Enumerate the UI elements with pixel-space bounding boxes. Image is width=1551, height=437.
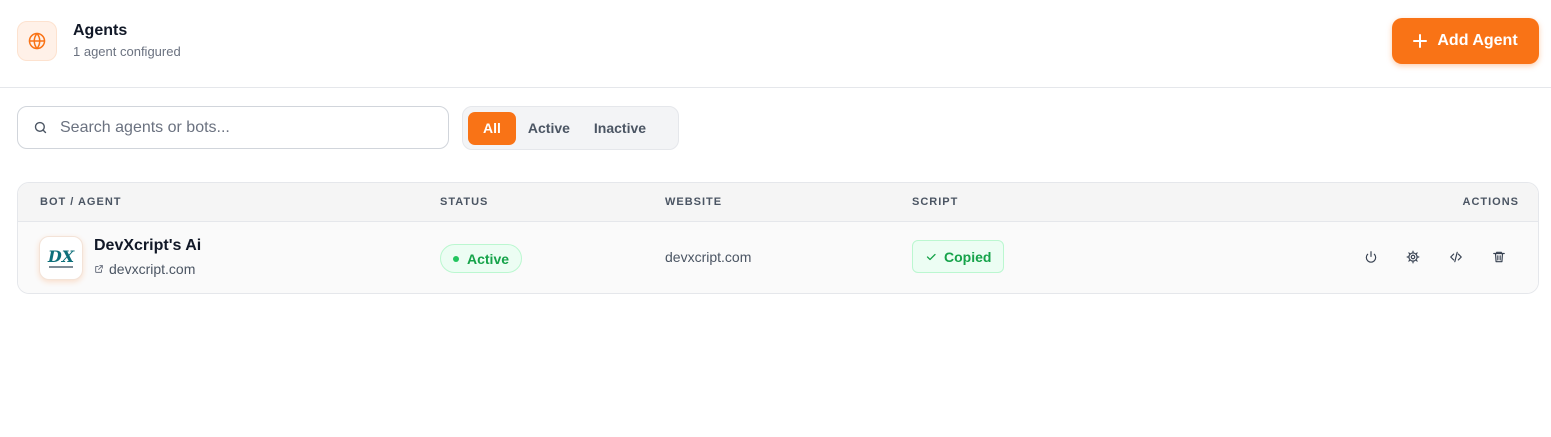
add-agent-button[interactable]: Add Agent xyxy=(1392,18,1539,64)
plus-icon xyxy=(1413,34,1428,48)
filter-active[interactable]: Active xyxy=(516,112,582,145)
search-input[interactable] xyxy=(60,118,430,137)
website-cell: devxcript.com xyxy=(665,249,752,265)
script-copied-badge[interactable]: Copied xyxy=(912,240,1005,273)
bot-link[interactable]: devxcript.com xyxy=(94,261,195,277)
status-badge: Active xyxy=(440,244,523,273)
column-script: SCRIPT xyxy=(912,196,959,208)
filter-inactive[interactable]: Inactive xyxy=(582,112,658,145)
table-header: BOT / AGENT STATUS WEBSITE SCRIPT ACTION… xyxy=(18,183,1538,222)
filter-all[interactable]: All xyxy=(468,111,516,145)
script-label: Copied xyxy=(944,248,992,265)
trash-icon[interactable] xyxy=(1488,246,1510,268)
status-label: Active xyxy=(467,250,510,267)
settings-icon[interactable] xyxy=(1402,246,1424,268)
status-filter: All Active Inactive xyxy=(462,106,679,150)
agents-table: BOT / AGENT STATUS WEBSITE SCRIPT ACTION… xyxy=(17,182,1539,294)
page-title: Agents xyxy=(73,22,128,39)
search-box[interactable] xyxy=(17,106,449,149)
power-icon[interactable] xyxy=(1360,246,1382,268)
column-website: WEBSITE xyxy=(665,196,723,208)
add-agent-label: Add Agent xyxy=(1437,32,1518,49)
search-icon xyxy=(33,120,48,135)
status-dot xyxy=(453,255,459,262)
globe-icon xyxy=(17,21,57,61)
bot-logo: DX xyxy=(39,236,83,280)
external-link-icon xyxy=(94,264,104,274)
bot-name: DevXcript's Ai xyxy=(94,237,202,254)
agent-count: 1 agent configured xyxy=(73,44,181,59)
code-icon[interactable] xyxy=(1445,246,1467,268)
column-status: STATUS xyxy=(440,196,489,208)
column-bot-agent: BOT / AGENT xyxy=(40,196,122,208)
page-header: Agents 1 agent configured Add Agent xyxy=(0,0,1551,88)
bot-link-text: devxcript.com xyxy=(109,261,196,277)
table-row: DX DevXcript's Ai devxcript.com Active d… xyxy=(18,222,1538,293)
check-icon xyxy=(925,251,937,263)
column-actions: ACTIONS xyxy=(1462,196,1519,208)
